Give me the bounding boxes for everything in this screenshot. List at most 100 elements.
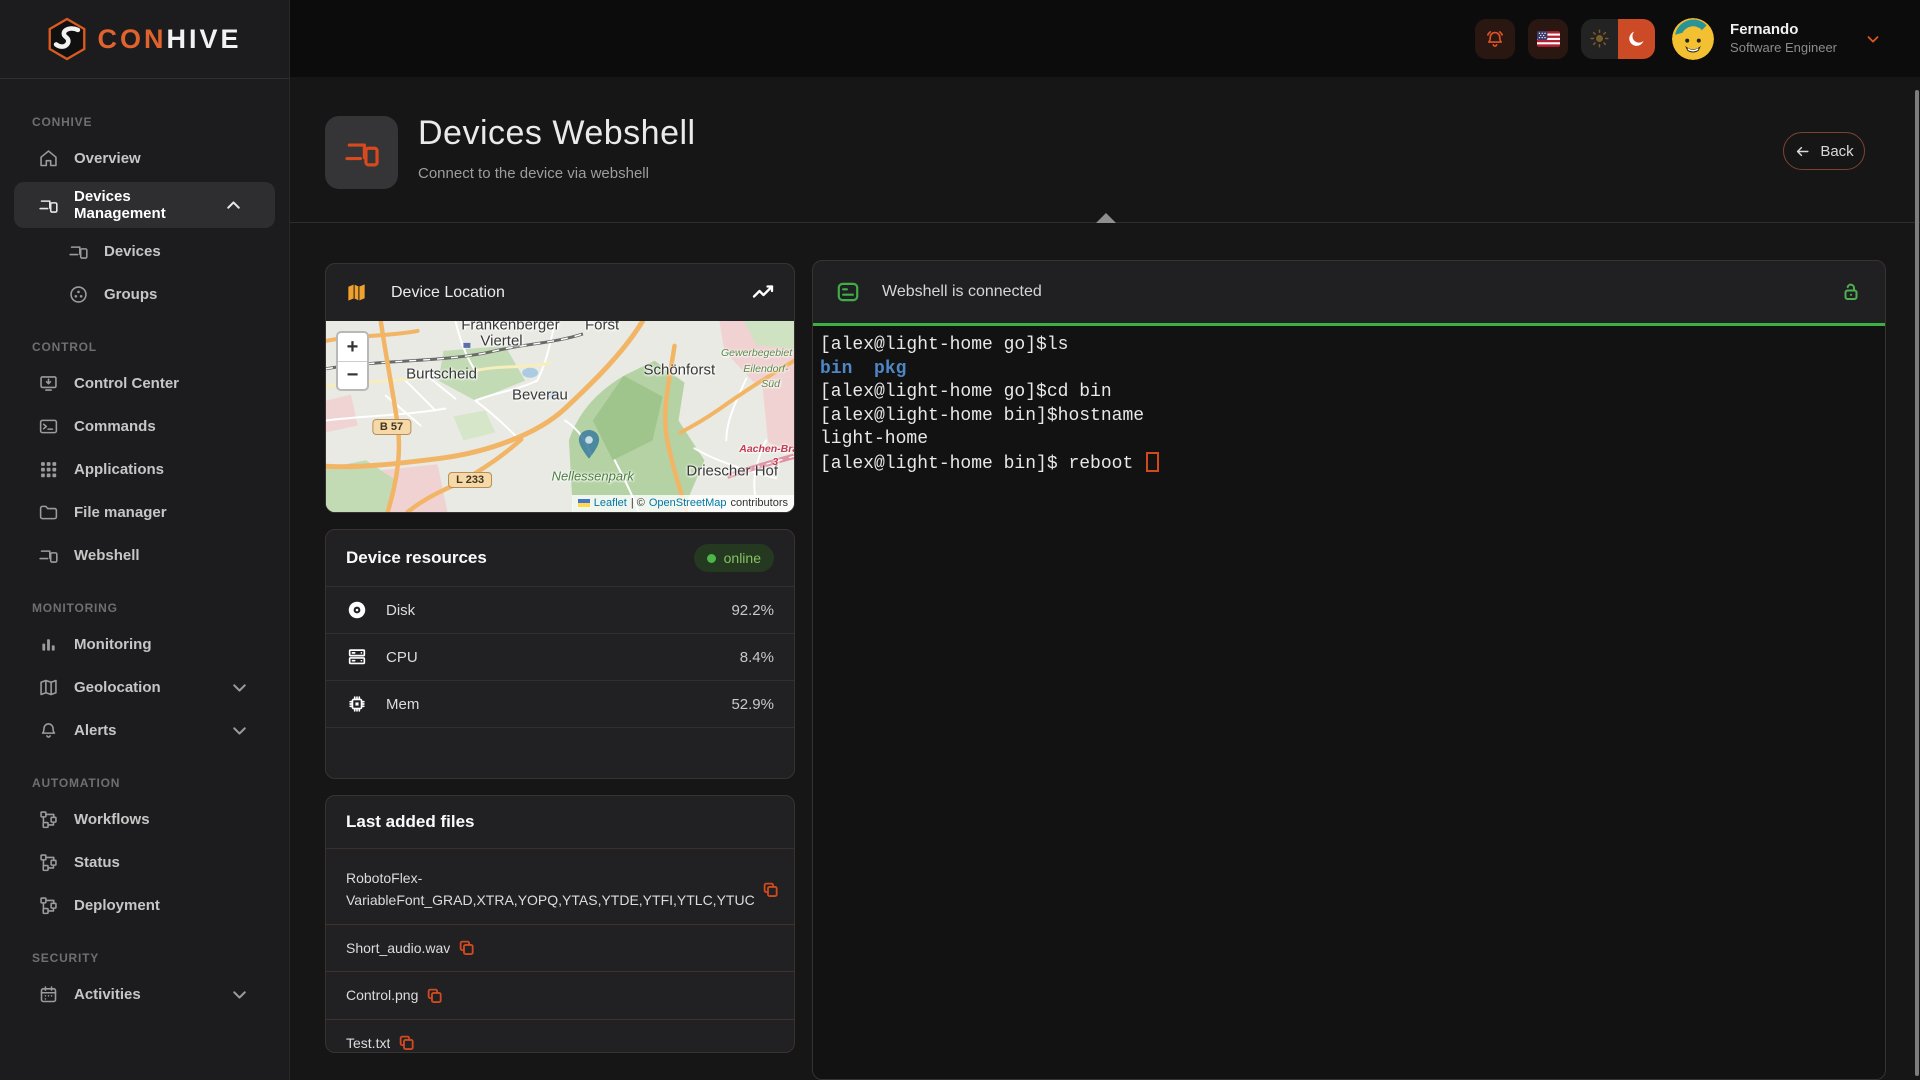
terminal-icon [38,416,59,437]
terminal-line: [alex@light-home go]$cd bin [820,382,1112,402]
logo[interactable]: CONHIVE [0,0,289,79]
sidebar-item-applications[interactable]: Applications [0,448,289,491]
sidebar-item-status[interactable]: Status [0,841,289,884]
device-location-header: Device Location [326,264,794,321]
sidebar-nav: CONHIVE Overview Devices Management Devices… [0,79,289,1016]
resources-footer [326,727,794,773]
sidebar-item-geolocation[interactable]: Geolocation [0,666,289,709]
resource-value: 8.4% [739,648,774,666]
device-resources-title: Device resources [346,548,487,567]
sidebar-item-label: Deployment [74,897,160,914]
file-item: RobotoFlex-VariableFont_GRAD,XTRA,YOPQ,Y… [326,855,794,925]
devices-icon [68,241,89,262]
webshell-header: Webshell is connected [813,261,1885,323]
resource-row-disk: Disk 92.2% [326,586,794,633]
zoom-out-button[interactable]: − [338,361,367,389]
notifications-button[interactable] [1475,18,1516,59]
map[interactable]: Frankenberger Viertel Forst Burtscheid Schön… [326,321,794,512]
zoom-in-button[interactable]: + [338,333,367,361]
user-menu-chevron-icon[interactable] [1864,30,1882,48]
sidebar-item-alerts[interactable]: Alerts [0,709,289,752]
user-menu[interactable]: Fernando Software Engineer [1730,20,1837,56]
sidebar-item-devices[interactable]: Devices [0,230,289,273]
sidebar-item-activities[interactable]: Activities [0,973,289,1016]
sidebar-item-commands[interactable]: Commands [0,405,289,448]
disk-icon [346,599,368,621]
sidebar-item-label: Monitoring [74,636,152,653]
page-icon-tile [325,116,398,189]
avatar[interactable] [1672,17,1715,60]
map-tiles [326,321,794,512]
map-marker-icon[interactable] [576,429,603,465]
sidebar-item-groups[interactable]: Groups [0,273,289,316]
sidebar-item-workflows[interactable]: Workflows [0,798,289,841]
section-label-control: CONTROL [32,340,97,354]
page-title: Devices Webshell [418,114,696,152]
sidebar-item-control-center[interactable]: Control Center [0,362,289,405]
sidebar-item-label: Geolocation [74,679,161,696]
alarm-bell-icon [1484,28,1506,50]
sidebar-item-webshell[interactable]: Webshell [0,534,289,577]
home-icon [38,148,59,169]
leaflet-link[interactable]: Leaflet [594,497,627,509]
terminal-line: [alex@light-home bin]$ reboot [820,451,1877,477]
resource-value: 52.9% [731,695,774,713]
file-item: Control.png [326,972,794,1020]
online-dot-icon [706,553,716,563]
sidebar-item-overview[interactable]: Overview [0,137,289,180]
copy-icon[interactable] [761,880,780,899]
bell-icon [38,720,59,741]
section-label-automation: AUTOMATION [32,776,121,790]
brand-name: CONHIVE [97,23,242,54]
status-badge: online [693,544,774,572]
page-subtitle: Connect to the device via webshell [418,165,649,182]
resource-row-cpu: CPU 8.4% [326,633,794,680]
light-mode-button[interactable] [1581,18,1619,59]
collapse-handle-icon[interactable] [1096,213,1116,223]
sidebar-item-label: Activities [74,986,141,1003]
workflow-icon [38,852,59,873]
terminal-cursor [1146,451,1160,472]
dark-mode-button[interactable] [1618,18,1656,59]
sun-icon [1589,28,1610,49]
webshell-card: Webshell is connected [alex@light-home g… [812,260,1886,1080]
map-attribution: Leaflet | © OpenStreetMap contributors [571,495,794,512]
resource-label: Disk [386,601,416,619]
sidebar-item-file-manager[interactable]: File manager [0,491,289,534]
grid-icon [38,459,59,480]
devices-icon [38,195,59,216]
theme-toggle[interactable] [1581,18,1656,59]
bar-chart-icon [38,634,59,655]
chevron-down-icon [229,677,250,698]
terminal[interactable]: [alex@light-home go]$ls bin pkg [alex@ligh… [813,323,1885,1079]
sidebar-item-devices-management[interactable]: Devices Management [14,182,275,228]
language-button[interactable] [1528,18,1569,59]
devices-icon [343,134,381,172]
attribution-separator: | © [630,497,645,509]
resource-row-mem: Mem 52.9% [326,680,794,727]
copy-icon[interactable] [457,938,476,957]
topbar: Fernando Software Engineer [290,0,1920,77]
sidebar-item-label: Applications [74,461,165,478]
map-icon [38,677,59,698]
webshell-status-text: Webshell is connected [882,283,1042,300]
sidebar-item-monitoring[interactable]: Monitoring [0,623,289,666]
sidebar-item-label: Overview [74,150,141,167]
sidebar-item-label: Status [74,854,120,871]
device-location-title: Device Location [391,283,505,301]
resource-label: CPU [386,648,418,666]
back-button[interactable]: Back [1783,132,1865,170]
scrollbar[interactable] [1915,90,1919,1076]
main-content: Devices Webshell Connect to the device v… [290,77,1920,1080]
osm-link[interactable]: OpenStreetMap [649,497,727,509]
map-icon [345,281,368,304]
sidebar-item-label: Control Center [74,375,179,392]
sidebar-item-label: Groups [104,286,158,303]
map-zoom-control: + − [336,331,369,391]
trend-line-icon[interactable] [751,281,775,305]
copy-icon[interactable] [425,986,444,1005]
sidebar-item-deployment[interactable]: Deployment [0,884,289,927]
ukraine-flag-icon [577,499,590,507]
file-name: RobotoFlex-VariableFont_GRAD,XTRA,YOPQ,Y… [346,870,754,909]
copy-icon[interactable] [397,1033,416,1052]
